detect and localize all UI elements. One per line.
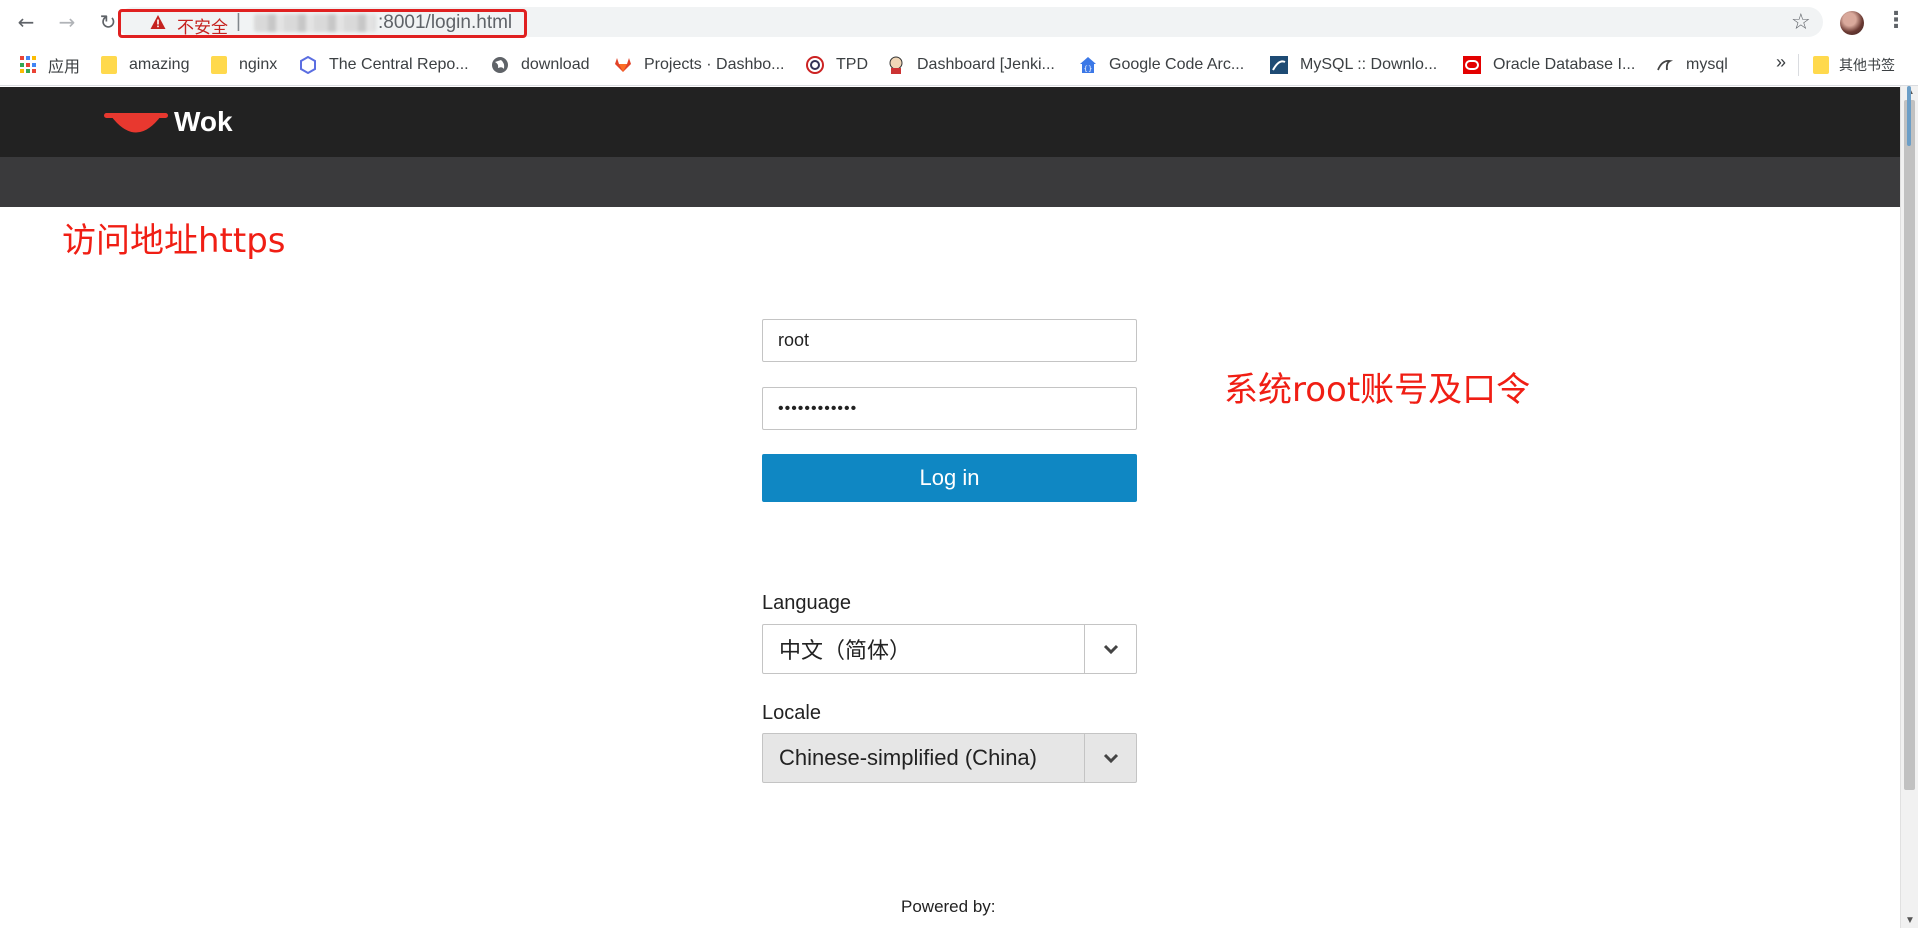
bookmark-label: Projects · Dashbo... (644, 56, 785, 73)
bookmarks-bar: 应用 amazing nginx The Central Repo... dow… (0, 44, 1918, 86)
bookmark-other[interactable]: 其他书签 (1813, 54, 1895, 76)
bookmark-star-icon[interactable]: ☆ (1791, 10, 1811, 35)
page-scrollbar[interactable]: ▲ ▼ (1900, 86, 1918, 928)
username-input[interactable]: root (762, 319, 1137, 362)
bookmark-central-repo[interactable]: The Central Repo... (299, 54, 469, 76)
bookmark-google-code[interactable]: {} Google Code Arc... (1079, 54, 1244, 76)
avatar[interactable] (1840, 11, 1864, 35)
bookmark-nginx[interactable]: nginx (211, 54, 277, 76)
language-selected-value: 中文（简体） (779, 639, 912, 664)
bookmark-label: Oracle Database I... (1493, 56, 1636, 73)
bookmark-label: 应用 (48, 59, 81, 76)
bookmark-oracle[interactable]: Oracle Database I... (1463, 54, 1635, 76)
url-highlight-box (118, 9, 527, 38)
folder-icon (1813, 56, 1829, 74)
password-value: •••••••••••• (778, 399, 858, 417)
bookmark-label: The Central Repo... (329, 56, 469, 73)
brand-name: Wok (174, 106, 233, 137)
bookmark-jenkins[interactable]: Dashboard [Jenki... (887, 54, 1055, 76)
reload-icon[interactable]: ↻ (96, 10, 120, 34)
gitlab-icon (615, 58, 631, 72)
bookmark-label: TPD (836, 56, 868, 73)
bookmark-gitlab[interactable]: Projects · Dashbo... (614, 54, 785, 76)
bookmark-mysql[interactable]: mysql (1656, 54, 1728, 76)
page-content: Wok 访问地址https 系统root账号及口令 root •••••••••… (0, 87, 1900, 928)
google-code-icon: {} (1080, 57, 1096, 73)
bookmark-tpd[interactable]: TPD (806, 54, 868, 76)
scroll-marker (1907, 86, 1911, 146)
wok-logo-icon (104, 113, 168, 133)
bookmark-label: MySQL :: Downlo... (1300, 56, 1438, 73)
browser-toolbar: ← → ↻ 不安全 | :8001/login.html ☆ ⋮ (0, 0, 1918, 44)
folder-icon (101, 56, 117, 74)
navigation-bar (0, 157, 1900, 207)
globe-icon (492, 57, 508, 73)
language-label: Language (762, 592, 851, 614)
scroll-down-icon[interactable]: ▼ (1905, 915, 1915, 926)
password-input[interactable]: •••••••••••• (762, 387, 1137, 430)
chevron-down-icon[interactable] (1084, 625, 1136, 673)
tpd-icon (806, 56, 824, 74)
bookmark-label: Dashboard [Jenki... (917, 56, 1055, 73)
annotation-credentials-note: 系统root账号及口令 (1224, 370, 1531, 410)
bookmark-apps[interactable]: 应用 (20, 54, 80, 76)
oracle-icon (1463, 56, 1481, 74)
bookmark-label: nginx (239, 56, 278, 73)
username-value: root (778, 330, 810, 350)
locale-selected-value: Chinese-simplified (China) (779, 745, 1037, 770)
language-select[interactable]: 中文（简体） (762, 624, 1137, 674)
bookmark-mysql-download[interactable]: MySQL :: Downlo... (1270, 54, 1437, 76)
bookmark-label: amazing (129, 56, 190, 73)
folder-icon (211, 56, 227, 74)
back-icon[interactable]: ← (14, 10, 38, 34)
bookmark-label: 其他书签 (1839, 57, 1895, 73)
bookmark-label: mysql (1686, 56, 1728, 73)
locale-select[interactable]: Chinese-simplified (China) (762, 733, 1137, 783)
forward-icon[interactable]: → (55, 10, 79, 34)
mysql-icon (1270, 56, 1288, 74)
bookmark-amazing[interactable]: amazing (101, 54, 189, 76)
bookmarks-overflow-icon[interactable]: » (1776, 52, 1786, 73)
hexagon-icon (300, 56, 316, 74)
svg-text:{}: {} (1084, 65, 1093, 73)
powered-by-text: Powered by: (901, 897, 996, 916)
annotation-url-note: 访问地址https (62, 221, 286, 261)
jenkins-icon (889, 56, 903, 74)
login-button[interactable]: Log in (762, 454, 1137, 502)
chevron-down-icon[interactable] (1084, 734, 1136, 782)
masthead: Wok (0, 87, 1900, 157)
scroll-thumb[interactable] (1904, 100, 1915, 790)
locale-label: Locale (762, 702, 821, 724)
dolphin-icon (1657, 60, 1674, 71)
browser-menu-icon[interactable]: ⋮ (1885, 8, 1907, 33)
bookmark-download[interactable]: download (491, 54, 590, 76)
bookmark-label: download (521, 56, 590, 73)
bookmarks-divider (1798, 54, 1799, 76)
apps-grid-icon (20, 56, 36, 74)
bookmark-label: Google Code Arc... (1109, 56, 1245, 73)
